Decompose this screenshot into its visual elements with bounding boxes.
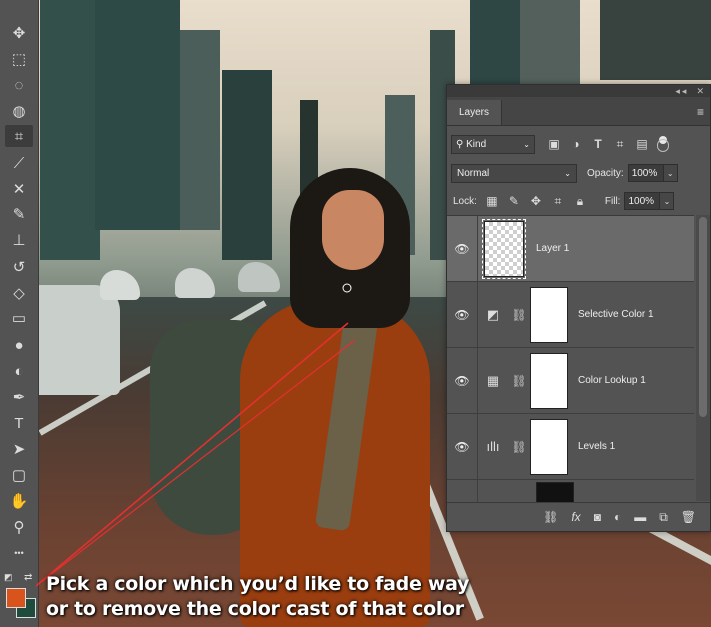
lock-all-icon[interactable]: 🔒︎ [569, 194, 591, 209]
brush-tool-icon[interactable]: ✎ [5, 203, 33, 225]
collapse-panel-icon[interactable]: ◂◂ [675, 86, 688, 97]
visibility-eye-icon[interactable]: 👁︎ [447, 440, 477, 454]
crop-tool-icon[interactable]: ⌗ [5, 125, 33, 147]
layers-footer: ⛓︎ fx ◙ ◐ ▬ ⧉ 🗑︎ [447, 502, 710, 531]
blend-mode-select[interactable]: Normal ⌄ [451, 163, 577, 183]
lock-transparent-pixels-icon[interactable]: ▦ [481, 194, 503, 208]
filter-kind-select[interactable]: ⚲ Kind ⌄ [451, 134, 535, 154]
blur-tool-icon[interactable]: ● [5, 334, 33, 356]
zoom-tool-icon[interactable]: ⚲ [5, 516, 33, 538]
filter-shape-icon[interactable]: ⌗ [609, 137, 631, 152]
more-tools-icon[interactable]: ••• [5, 542, 33, 564]
pen-tool-icon[interactable]: ✒ [5, 386, 33, 408]
annotation-line-2: or to remove the color cast of that colo… [46, 598, 464, 620]
marquee-tool-icon[interactable]: ⬚ [5, 48, 33, 70]
annotation-caption: Pick a color which you’d like to fade wa… [46, 572, 526, 622]
layer-mask-thumbnail[interactable] [530, 286, 568, 343]
fill-dropdown-icon[interactable]: ⌄ [660, 192, 675, 210]
scrollbar-thumb[interactable] [699, 217, 707, 417]
history-brush-tool-icon[interactable]: ↺ [5, 256, 33, 278]
lock-artboard-icon[interactable]: ⌗ [547, 194, 569, 209]
blend-mode-value: Normal [457, 167, 490, 179]
layers-scrollbar[interactable] [696, 215, 710, 501]
opacity-input[interactable]: 100% [627, 164, 664, 182]
layer-name: Selective Color 1 [578, 309, 654, 320]
layer-thumbnail [536, 482, 574, 502]
color-swatches[interactable]: ◩ ⇄ [4, 572, 36, 620]
path-selection-tool-icon[interactable]: ➤ [5, 438, 33, 460]
layers-list: 👁︎ Layer 1 👁︎ ◩ ⛓︎ Selective Color 1 👁︎ … [447, 215, 694, 502]
color-lookup-icon: ▦ [486, 372, 500, 388]
layer-row-color-lookup-1[interactable]: 👁︎ ▦ ⛓︎ Color Lookup 1 [447, 348, 694, 414]
delete-layer-icon[interactable]: 🗑︎ [681, 510, 696, 524]
layer-row-layer-1[interactable]: 👁︎ Layer 1 [447, 216, 694, 282]
foreground-color-swatch[interactable] [6, 588, 26, 608]
layer-row-partial[interactable] [447, 480, 694, 502]
hand-tool-icon[interactable]: ✋ [5, 490, 33, 512]
annotation-line-1: Pick a color which you’d like to fade wa… [46, 573, 470, 595]
mask-link-icon[interactable]: ⛓︎ [508, 440, 530, 454]
clone-stamp-tool-icon[interactable]: ⊥ [5, 229, 33, 251]
layer-row-selective-color-1[interactable]: 👁︎ ◩ ⛓︎ Selective Color 1 [447, 282, 694, 348]
chevron-down-icon: ⌄ [564, 168, 571, 178]
eyedropper-tool-icon[interactable]: ⟋ [5, 152, 33, 174]
layers-panel: ◂◂ ✕ Layers ≡ ⚲ Kind ⌄ ▣ ◑ T ⌗ ▤ Normal … [446, 84, 711, 532]
link-layers-icon[interactable]: ⛓︎ [543, 510, 558, 524]
filter-pixel-icon[interactable]: ▣ [543, 137, 565, 151]
filter-adjustment-icon[interactable]: ◑ [565, 137, 587, 151]
visibility-eye-icon[interactable]: 👁︎ [447, 374, 477, 388]
opacity-label: Opacity: [587, 167, 624, 179]
layer-mask-thumbnail[interactable] [530, 352, 568, 409]
layer-row-levels-1[interactable]: 👁︎ ıllı ⛓︎ Levels 1 [447, 414, 694, 480]
chevron-down-icon: ⌄ [523, 139, 530, 149]
layer-thumbnail [482, 218, 526, 279]
lasso-tool-icon[interactable]: ◌ [5, 74, 33, 96]
filter-type-icon[interactable]: T [587, 137, 609, 151]
dodge-tool-icon[interactable]: ◐ [5, 360, 33, 382]
healing-brush-tool-icon[interactable]: ✕ [5, 178, 33, 200]
layer-name: Levels 1 [578, 441, 616, 452]
lock-position-icon[interactable]: ✥ [525, 194, 547, 208]
filter-smart-object-icon[interactable]: ▤ [631, 137, 653, 151]
mask-link-icon[interactable]: ⛓︎ [508, 308, 530, 322]
visibility-eye-icon[interactable]: 👁︎ [447, 308, 477, 322]
type-tool-icon[interactable]: T [5, 412, 33, 434]
layer-style-icon[interactable]: fx [571, 510, 580, 524]
fill-input[interactable]: 100% [624, 192, 661, 210]
filter-kind-label: Kind [466, 138, 487, 150]
default-colors-icon[interactable]: ◩ [4, 572, 13, 583]
tab-layers[interactable]: Layers [447, 100, 503, 125]
close-panel-icon[interactable]: ✕ [696, 86, 706, 97]
new-layer-icon[interactable]: ⧉ [659, 510, 668, 525]
new-adjustment-layer-icon[interactable]: ◐ [614, 510, 621, 524]
panel-header-bar[interactable]: ◂◂ ✕ [447, 85, 710, 97]
filter-toggle-icon[interactable] [657, 135, 669, 153]
quick-select-tool-icon[interactable]: ◍ [5, 100, 33, 122]
panel-menu-icon[interactable]: ≡ [697, 105, 704, 119]
gradient-tool-icon[interactable]: ▭ [5, 307, 33, 329]
swap-colors-icon[interactable]: ⇄ [24, 572, 32, 583]
fill-label: Fill: [604, 195, 621, 207]
new-group-icon[interactable]: ▬ [634, 510, 646, 524]
eraser-tool-icon[interactable]: ◇ [5, 282, 33, 304]
selective-color-icon: ◩ [486, 306, 500, 322]
lock-label: Lock: [453, 195, 477, 207]
layer-mask-thumbnail[interactable] [530, 418, 568, 475]
opacity-dropdown-icon[interactable]: ⌄ [663, 164, 678, 182]
add-mask-icon[interactable]: ◙ [594, 510, 601, 524]
levels-icon: ıllı [486, 439, 500, 454]
visibility-eye-icon[interactable]: 👁︎ [447, 242, 477, 256]
layer-name: Layer 1 [536, 243, 570, 254]
rectangle-tool-icon[interactable]: ▢ [5, 464, 33, 486]
tools-panel: ✥ ⬚ ◌ ◍ ⌗ ⟋ ✕ ✎ ⊥ ↺ ◇ ▭ ● ◐ ✒ T ➤ ▢ ✋ ⚲ ••• [0, 0, 39, 627]
layer-name: Color Lookup 1 [578, 375, 646, 386]
lock-image-pixels-icon[interactable]: ✎ [503, 194, 525, 208]
search-icon: ⚲ [456, 138, 467, 150]
move-tool-icon[interactable]: ✥ [5, 22, 33, 44]
mask-link-icon[interactable]: ⛓︎ [508, 374, 530, 388]
